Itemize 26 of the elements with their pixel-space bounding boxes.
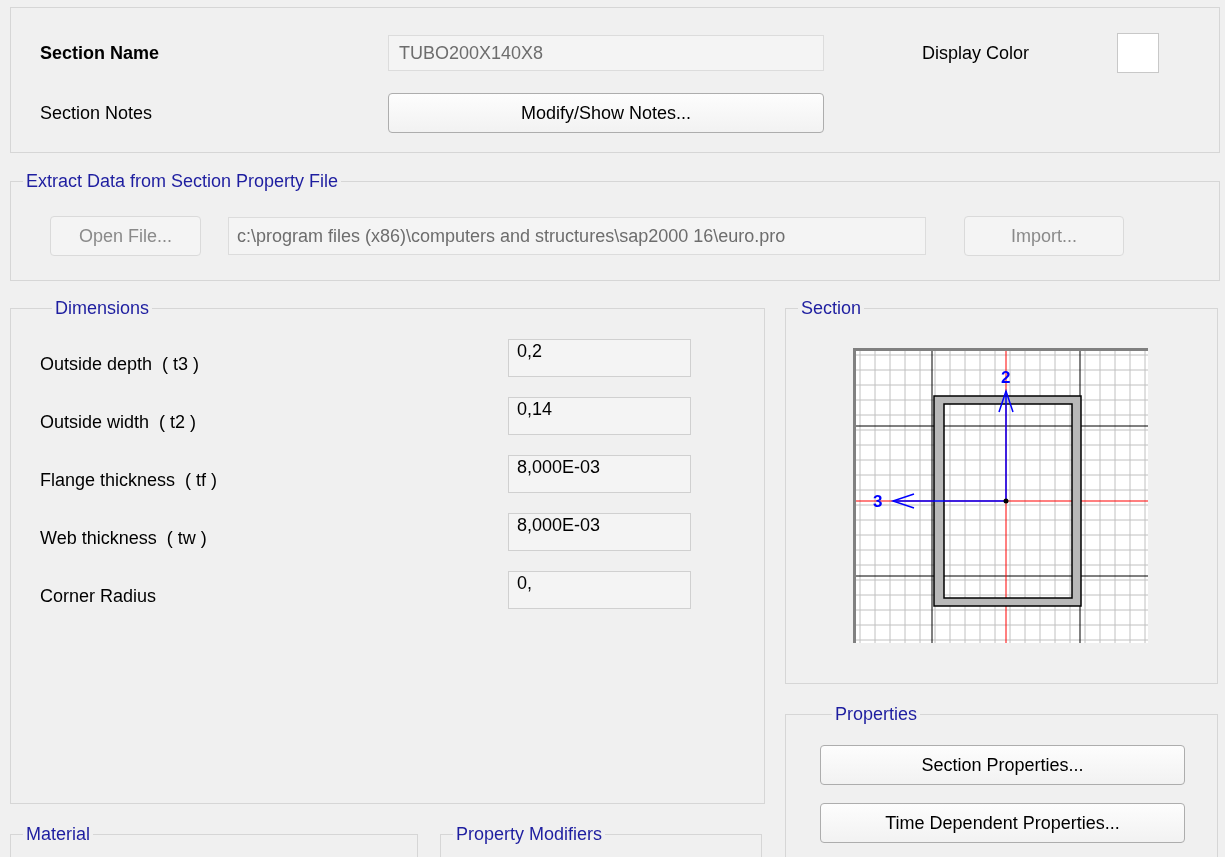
group-title: Dimensions [54, 298, 151, 319]
section-notes-label: Section Notes [40, 102, 154, 124]
dimension-field[interactable]: 8,000E-03 [508, 513, 691, 551]
dimension-label: Outside depth ( t3 ) [40, 352, 201, 375]
properties-button[interactable]: Time Dependent Properties... [820, 803, 1185, 843]
dimension-label: Outside width ( t2 ) [40, 410, 198, 433]
modify-notes-button[interactable]: Modify/Show Notes... [388, 93, 824, 133]
group-title: Extract Data from Section Property File [25, 171, 340, 192]
origin-dot [1003, 498, 1009, 504]
group-title: Properties [834, 704, 919, 725]
dimension-label: Web thickness ( tw ) [40, 526, 208, 549]
properties-button[interactable]: Section Properties... [820, 745, 1185, 785]
dimension-field[interactable]: 0,2 [508, 339, 691, 377]
dimension-field[interactable]: 0, [508, 571, 691, 609]
dimension-label: Flange thickness ( tf ) [40, 468, 219, 491]
axis-label: 3 [873, 492, 883, 511]
color-swatch[interactable] [1117, 33, 1159, 73]
section-name-label: Section Name [40, 42, 161, 64]
dimension-label: Corner Radius [40, 584, 158, 607]
dimension-field[interactable]: 0,14 [508, 397, 691, 435]
group-title: Property Modifiers [455, 824, 604, 845]
group-title: Section [800, 298, 863, 319]
axis-label: 2 [1001, 368, 1011, 387]
display-color-label: Display Color [922, 42, 1031, 64]
dimension-field[interactable]: 8,000E-03 [508, 455, 691, 493]
group-title: Material [25, 824, 92, 845]
